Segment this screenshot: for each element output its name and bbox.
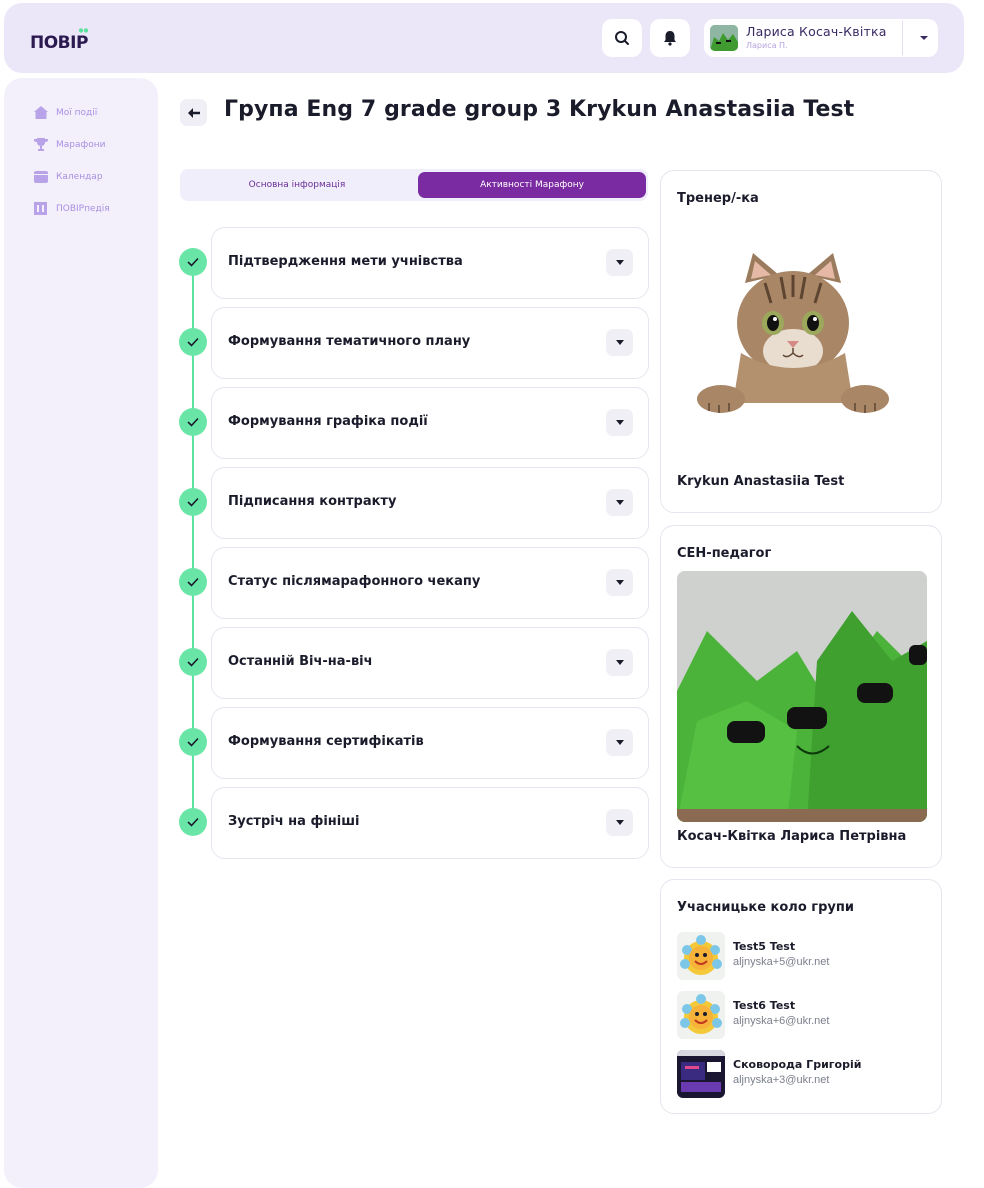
activity-label: Останній Віч-на-віч <box>228 654 373 669</box>
activity-item[interactable]: Статус післямарафонного чекапу <box>211 547 649 619</box>
expand-button[interactable] <box>606 649 633 676</box>
back-button[interactable] <box>180 99 207 126</box>
activity-item[interactable]: Останній Віч-на-віч <box>211 627 649 699</box>
check-icon <box>179 728 207 756</box>
tab-marathon-activities[interactable]: Активності Марафону <box>418 172 646 198</box>
expand-button[interactable] <box>606 729 633 756</box>
member-item[interactable]: Сковорода Григорій aljnyska+3@ukr.net <box>677 1050 927 1100</box>
caret-down-icon <box>615 820 624 825</box>
trophy-icon <box>34 138 48 151</box>
caret-down-icon <box>615 420 624 425</box>
sidebar-item-my-events[interactable]: Мої події <box>34 106 97 119</box>
card-title: Тренер/-ка <box>677 191 759 206</box>
expand-button[interactable] <box>606 569 633 596</box>
sidebar: Мої події Марафони Календар ПОВІРпедія <box>4 78 158 1188</box>
trainer-photo <box>697 253 889 413</box>
caret-down-icon <box>615 580 624 585</box>
member-email: aljnyska+3@ukr.net <box>733 1074 830 1086</box>
activity-item[interactable]: Формування графіка події <box>211 387 649 459</box>
expand-button[interactable] <box>606 809 633 836</box>
bell-icon <box>664 31 676 46</box>
user-menu[interactable]: Лариса Косач-Квітка Лариса П. <box>704 19 938 57</box>
user-name: Лариса Косач-Квітка <box>746 24 887 39</box>
home-icon <box>34 106 48 119</box>
check-icon <box>179 568 207 596</box>
page-title: Група Eng 7 grade group 3 Krykun Anastas… <box>224 97 855 122</box>
check-icon <box>179 328 207 356</box>
activity-label: Статус післямарафонного чекапу <box>228 574 481 589</box>
divider <box>902 21 903 55</box>
sen-teacher-name: Косач-Квітка Лариса Петрівна <box>677 829 907 844</box>
book-icon <box>34 202 47 215</box>
sidebar-item-povirpedia[interactable]: ПОВІРпедія <box>34 202 110 215</box>
activity-item[interactable]: Формування тематичного плану <box>211 307 649 379</box>
trainer-name: Krykun Anastasiia Test <box>677 474 845 489</box>
tab-basic-info[interactable]: Основна інформація <box>183 172 411 198</box>
tab-bar: Основна інформація Активності Марафону <box>180 169 648 201</box>
sen-teacher-photo <box>677 571 927 822</box>
check-icon <box>179 408 207 436</box>
activity-item[interactable]: Формування сертифікатів <box>211 707 649 779</box>
member-email: aljnyska+6@ukr.net <box>733 1015 830 1027</box>
expand-button[interactable] <box>606 329 633 356</box>
check-icon <box>179 488 207 516</box>
member-item[interactable]: Test6 Test aljnyska+6@ukr.net <box>677 991 927 1041</box>
activity-label: Зустріч на фініші <box>228 814 360 829</box>
notifications-button[interactable] <box>650 19 690 57</box>
member-avatar <box>677 991 725 1039</box>
user-subtitle: Лариса П. <box>746 41 788 50</box>
card-title: СЕН-педагог <box>677 546 772 561</box>
activity-label: Формування графіка події <box>228 414 428 429</box>
calendar-icon <box>34 171 48 183</box>
trainer-card: Тренер/-ка Krykun Anastasiia Test <box>660 170 942 513</box>
check-icon <box>179 648 207 676</box>
check-icon <box>179 248 207 276</box>
activity-label: Підписання контракту <box>228 494 397 509</box>
sidebar-item-label: Марафони <box>56 139 106 150</box>
caret-down-icon <box>615 660 624 665</box>
caret-down-icon <box>615 340 624 345</box>
expand-button[interactable] <box>606 409 633 436</box>
member-email: aljnyska+5@ukr.net <box>733 956 830 968</box>
activity-item[interactable]: Зустріч на фініші <box>211 787 649 859</box>
activity-label: Підтвердження мети учнівства <box>228 254 463 269</box>
group-members-card: Учасницьке коло групи Test5 Test aljnysk… <box>660 879 942 1114</box>
member-name: Test6 Test <box>733 999 796 1012</box>
activity-label: Формування сертифікатів <box>228 734 424 749</box>
sen-teacher-card: СЕН-педагог Косач-Квітка Лариса Петрівна <box>660 525 942 868</box>
activity-label: Формування тематичного плану <box>228 334 471 349</box>
user-avatar <box>710 25 738 51</box>
search-button[interactable] <box>602 19 642 57</box>
povir-logo[interactable]: ПОВІР <box>30 27 102 53</box>
sidebar-item-marathons[interactable]: Марафони <box>34 138 105 151</box>
sidebar-item-label: Календар <box>56 171 103 182</box>
user-menu-toggle[interactable] <box>910 19 938 57</box>
check-icon <box>179 808 207 836</box>
member-item[interactable]: Test5 Test aljnyska+5@ukr.net <box>677 932 927 982</box>
card-title: Учасницьке коло групи <box>677 900 854 915</box>
member-name: Test5 Test <box>733 940 796 953</box>
sidebar-item-calendar[interactable]: Календар <box>34 170 103 183</box>
expand-button[interactable] <box>606 249 633 276</box>
expand-button[interactable] <box>606 489 633 516</box>
search-icon <box>615 31 629 45</box>
logo-text: ПОВІР <box>30 33 88 53</box>
activity-item[interactable]: Підтвердження мети учнівства <box>211 227 649 299</box>
top-header: ПОВІР Лариса Косач-Квітка Лариса П. <box>4 3 964 73</box>
caret-down-icon <box>615 500 624 505</box>
arrow-left-icon <box>187 107 200 118</box>
caret-down-icon <box>615 740 624 745</box>
member-avatar <box>677 1050 725 1098</box>
caret-down-icon <box>615 260 624 265</box>
activity-item[interactable]: Підписання контракту <box>211 467 649 539</box>
sidebar-item-label: Мої події <box>56 107 98 118</box>
member-name: Сковорода Григорій <box>733 1058 862 1071</box>
member-avatar <box>677 932 725 980</box>
caret-down-icon <box>920 36 928 40</box>
sidebar-item-label: ПОВІРпедія <box>56 203 110 214</box>
